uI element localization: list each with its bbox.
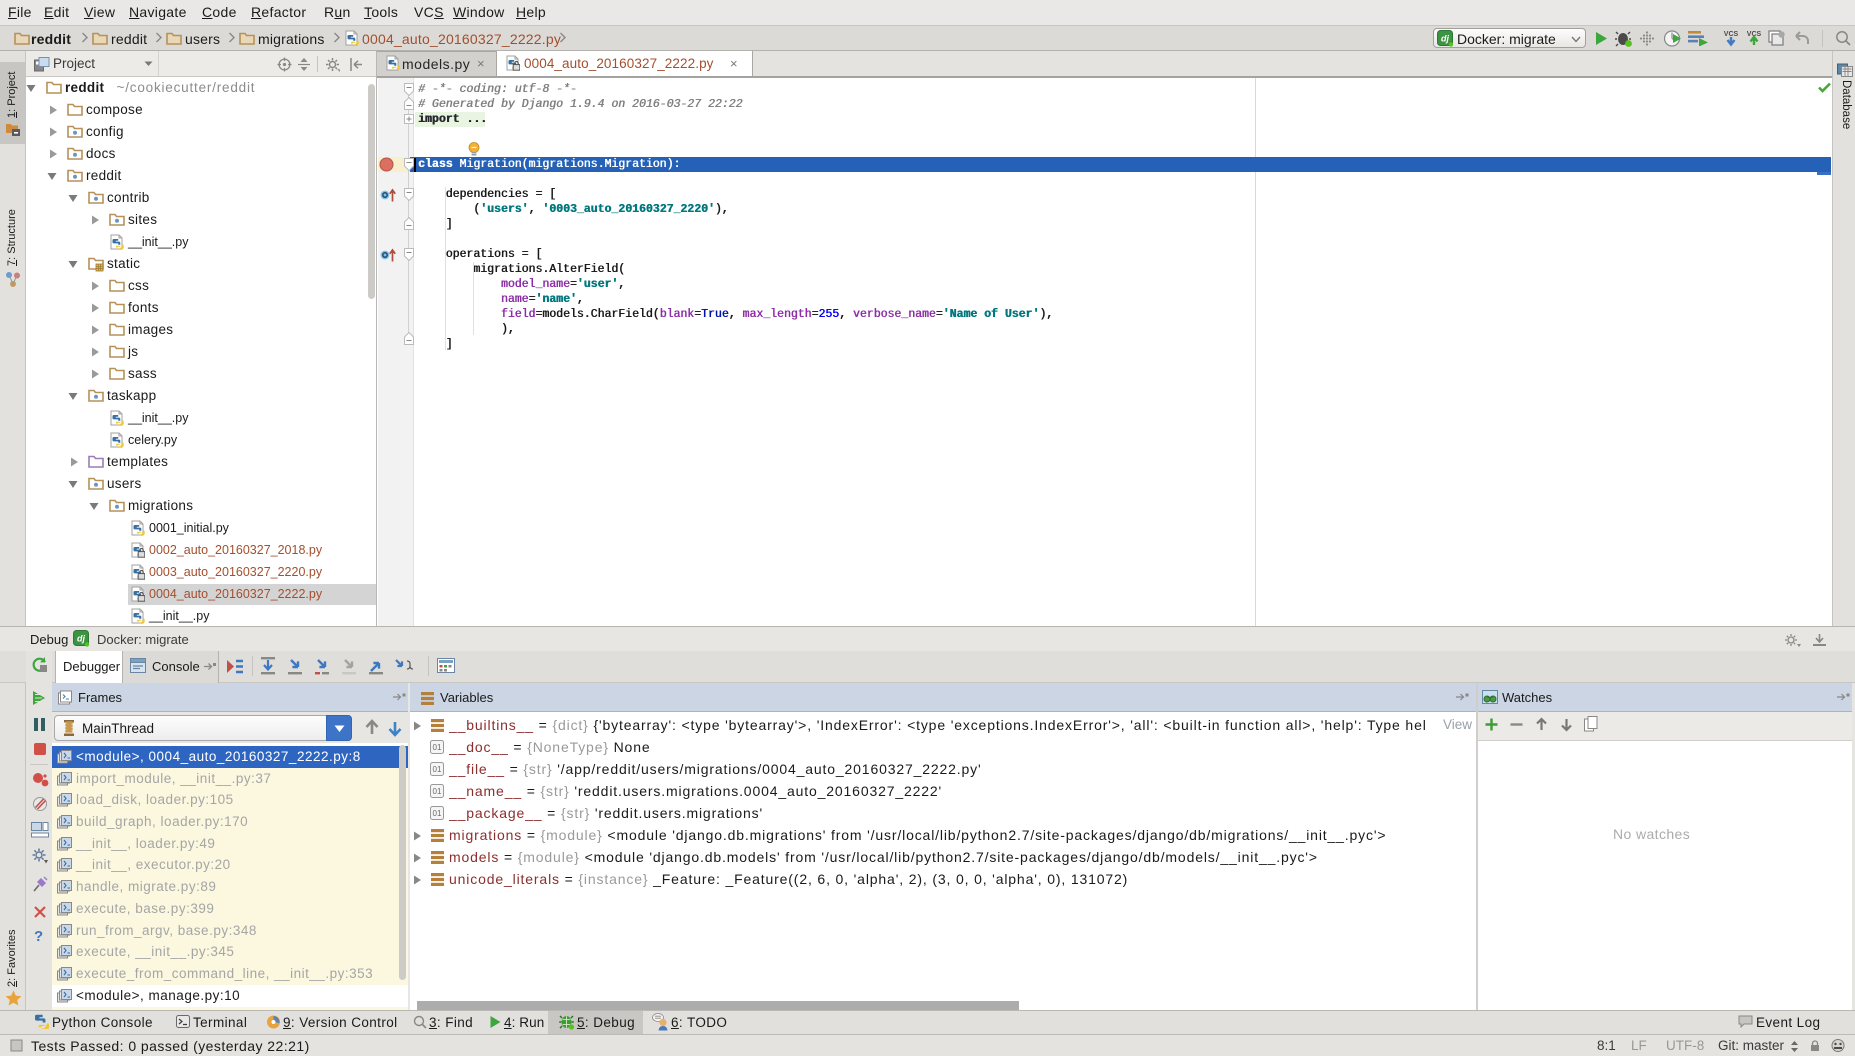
svg-text:01: 01 (433, 743, 442, 752)
svg-text:dj: dj (77, 634, 85, 644)
svg-text:dj: dj (1441, 34, 1449, 44)
svg-text:01: 01 (433, 809, 442, 818)
svg-text:VCS: VCS (1724, 31, 1738, 38)
svg-text:01: 01 (433, 787, 442, 796)
svg-text:01: 01 (433, 765, 442, 774)
